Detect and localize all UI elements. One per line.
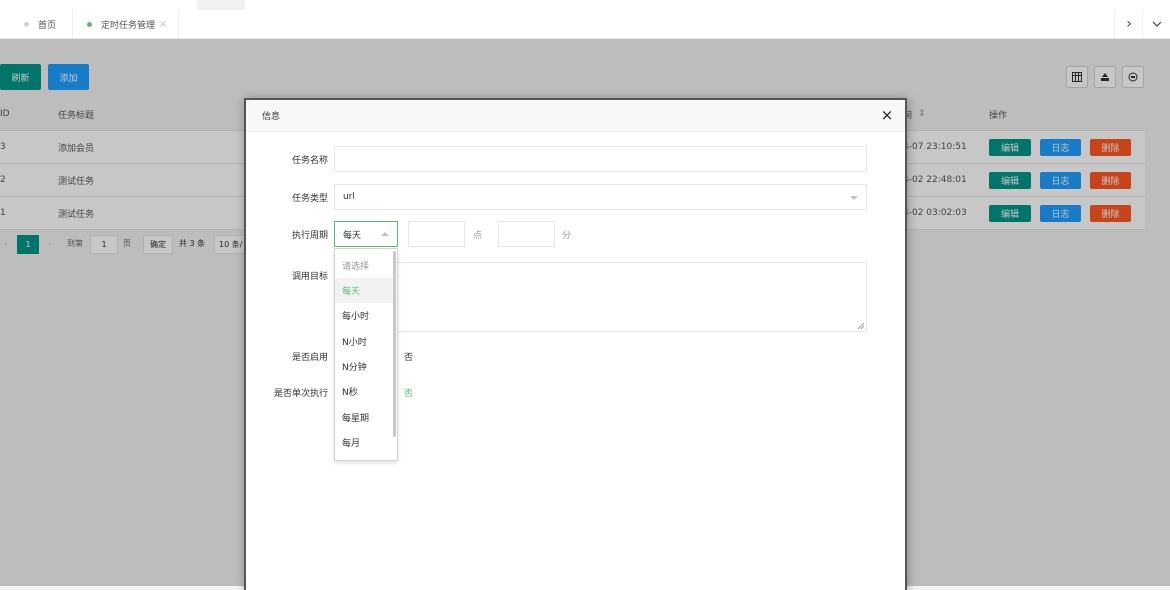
cycle-value: 每天 [343, 230, 362, 241]
tab-active-dot-icon [87, 21, 92, 27]
cycle-label: 执行周期 [291, 230, 328, 241]
cycle-dropdown: 请选择 每天 每小时 N小时 N分钟 N秒 每星期 每月 [334, 248, 398, 461]
task-name-label: 任务名称 [291, 155, 328, 166]
dropdown-option-n-seconds[interactable]: N秒 [335, 379, 393, 404]
dropdown-option-daily[interactable]: 每天 [335, 278, 393, 303]
minute-input[interactable] [498, 221, 555, 247]
tab-next-icon[interactable]: › [1114, 10, 1143, 38]
dialog-close-icon[interactable]: × [878, 106, 896, 124]
dropdown-option-monthly[interactable]: 每月 [335, 430, 393, 455]
tab-dot-icon [24, 21, 29, 27]
tab-task-management[interactable]: 定时任务管理 × [87, 10, 167, 38]
dropdown-option-hourly[interactable]: 每小时 [335, 303, 393, 328]
cycle-select[interactable]: 每天 [334, 221, 398, 247]
caret-up-icon [381, 232, 389, 236]
dropdown-option-n-minutes[interactable]: N分钟 [335, 354, 393, 379]
dropdown-placeholder: 请选择 [342, 262, 370, 272]
tab-more-chevron-down-icon[interactable] [1142, 10, 1170, 38]
dropdown-option-n-hours[interactable]: N小时 [335, 329, 393, 354]
dialog-title: 信息 [262, 112, 281, 122]
task-type-label: 任务类型 [291, 193, 328, 204]
tab-divider [72, 10, 73, 38]
enabled-label: 是否启用 [291, 352, 328, 363]
enabled-no-option[interactable]: 否 [404, 343, 413, 369]
dropdown-option-weekly[interactable]: 每星期 [335, 405, 393, 430]
task-name-input[interactable] [334, 146, 867, 172]
target-label: 调用目标 [291, 271, 328, 282]
task-type-select[interactable]: url [334, 184, 867, 210]
single-run-no-option[interactable]: 否 [404, 379, 413, 405]
tab-divider [178, 10, 179, 38]
target-textarea[interactable] [334, 262, 867, 332]
tab-home[interactable]: 首页 [24, 10, 56, 38]
caret-down-icon [850, 196, 858, 200]
task-type-value: url [343, 192, 355, 202]
dropdown-scrollbar[interactable] [393, 251, 396, 437]
resize-handle-icon[interactable] [858, 323, 864, 329]
tab-close-icon[interactable]: × [159, 19, 167, 30]
tab-task-label: 定时任务管理 [101, 20, 156, 31]
hour-input[interactable] [408, 221, 465, 247]
tab-home-label: 首页 [38, 20, 57, 31]
single-run-label: 是否单次执行 [273, 388, 328, 399]
hour-unit: 点 [473, 230, 483, 241]
tab-bar: 首页 定时任务管理 × › [0, 10, 1170, 39]
minute-unit: 分 [562, 230, 572, 241]
top-tab-indicator [197, 0, 245, 10]
dialog-header: 信息 × [246, 100, 905, 132]
